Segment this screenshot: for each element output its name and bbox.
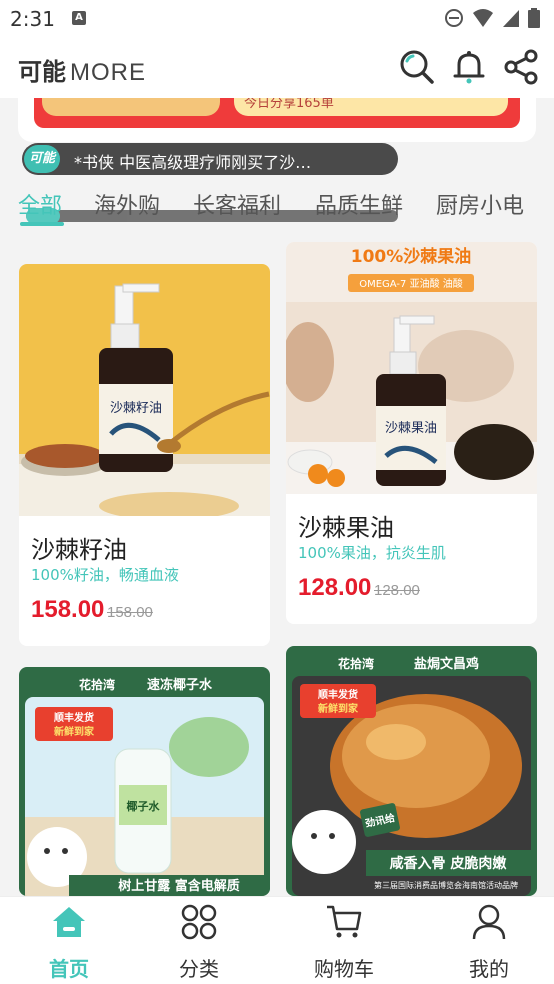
bell-icon[interactable] [450,48,488,86]
product-card[interactable]: 沙棘果油 100%沙棘果油 OMEGA-7 亚油酸 油酸 沙棘果油 100%果油… [286,242,537,624]
image-title-4: 盐焗文昌鸡 [414,656,479,672]
bottle-label-3: 椰子水 [127,799,161,813]
signal-icon [503,10,519,27]
image-title-2: 100%沙棘果油 [351,246,472,267]
promo-banner-inner: 今日分享165单 [34,98,520,128]
brand-label-4: 花拾湾 [338,656,374,671]
brand-en: MORE [70,59,146,86]
share-icon[interactable] [502,48,540,86]
svg-text:顺丰发货: 顺丰发货 [54,711,94,724]
product-subtitle: 100%果油，抗炎生肌 [298,544,446,562]
product-original-price: 128.00 [374,582,420,599]
product-card[interactable]: 花拾湾 盐焗文昌鸡 顺丰发货 新鲜到家 劲讯给 咸香入骨 皮脆肉嫩 第三届国际消… [286,646,537,896]
brand-cn: 可能 [18,58,66,86]
product-name: 沙棘果油 [298,514,394,542]
dnd-icon [445,9,463,27]
tab-active-indicator [20,222,64,226]
app-header: 可能 MORE [0,36,554,98]
user-icon [470,903,508,941]
promo-pill-left [42,98,220,116]
ticker-logo: 可能 [24,145,60,173]
image-tag-2: OMEGA-7 亚油酸 油酸 [359,277,463,290]
tab-member-benefits[interactable]: 长客福利 [193,188,281,220]
status-time: 2:31 [10,7,55,31]
brand-label-3: 花拾湾 [79,677,115,692]
purchase-ticker: 可能 *书侠 中医高级理疗师刚买了沙… [22,143,398,175]
nav-category-label: 分类 [179,957,219,981]
search-icon[interactable] [398,48,436,86]
svg-text:顺丰发货: 顺丰发货 [318,688,358,701]
product-image: 沙棘果油 100%沙棘果油 OMEGA-7 亚油酸 油酸 [286,242,537,494]
image-title-3: 速冻椰子水 [147,677,213,693]
wifi-icon [473,9,493,27]
product-price: 158.00 [31,596,105,623]
nav-cart-label: 购物车 [314,957,374,981]
home-icon [50,903,88,941]
ticker-message: *书侠 中医高级理疗师刚买了沙… [74,153,312,172]
promo-pill-right: 今日分享165单 [234,98,508,116]
product-image: 花拾湾 速冻椰子水 顺丰发货 新鲜到家 椰子水 树上甘露 富含电解质 [19,667,270,896]
product-subtitle: 100%籽油，畅通血液 [31,566,179,584]
cart-icon [325,903,363,941]
nav-cart[interactable]: 购物车 [275,897,413,984]
nav-profile[interactable]: 我的 [420,897,554,984]
product-card[interactable]: 沙棘籽油 沙棘籽油 100%籽油，畅通血液 158.00 158.00 [19,264,270,646]
tab-fresh[interactable]: 品质生鲜 [315,188,403,220]
product-image: 花拾湾 盐焗文昌鸡 顺丰发货 新鲜到家 劲讯给 咸香入骨 皮脆肉嫩 第三届国际消… [286,646,537,896]
caption-3: 树上甘露 富含电解质 [118,878,240,894]
svg-text:新鲜到家: 新鲜到家 [54,725,95,738]
product-image: 沙棘籽油 [19,264,270,516]
bottom-nav: 首页 分类 购物车 我的 [0,896,554,984]
svg-text:新鲜到家: 新鲜到家 [318,702,359,715]
notification-app-icon: A [72,11,86,25]
bottle-label-2: 沙棘果油 [385,421,437,436]
tab-all[interactable]: 全部 [18,188,62,220]
status-bar: 2:31 A [0,0,554,36]
caption-4: 咸香入骨 皮脆肉嫩 [390,855,508,872]
battery-icon [528,8,540,28]
tab-overseas[interactable]: 海外购 [94,188,160,220]
bottle-label-1: 沙棘籽油 [110,401,162,416]
product-original-price: 158.00 [107,604,153,621]
nav-profile-label: 我的 [469,957,509,981]
brand-logo: 可能 MORE [18,52,146,87]
category-icon [180,903,218,941]
nav-home-label: 首页 [49,957,89,981]
nav-home[interactable]: 首页 [0,897,138,984]
product-card[interactable]: 花拾湾 速冻椰子水 顺丰发货 新鲜到家 椰子水 树上甘露 富含电解质 [19,667,270,896]
footnote-4: 第三届国际消费品博览会海南馆活动品牌 [374,880,518,890]
category-tabs: 全部 海外购 长客福利 品质生鲜 厨房小电 [0,182,554,230]
tab-kitchen-appliances[interactable]: 厨房小电 [436,188,524,220]
promo-text: 今日分享165单 [244,98,334,111]
product-name: 沙棘籽油 [31,536,127,564]
product-price: 128.00 [298,574,372,601]
nav-category[interactable]: 分类 [130,897,268,984]
